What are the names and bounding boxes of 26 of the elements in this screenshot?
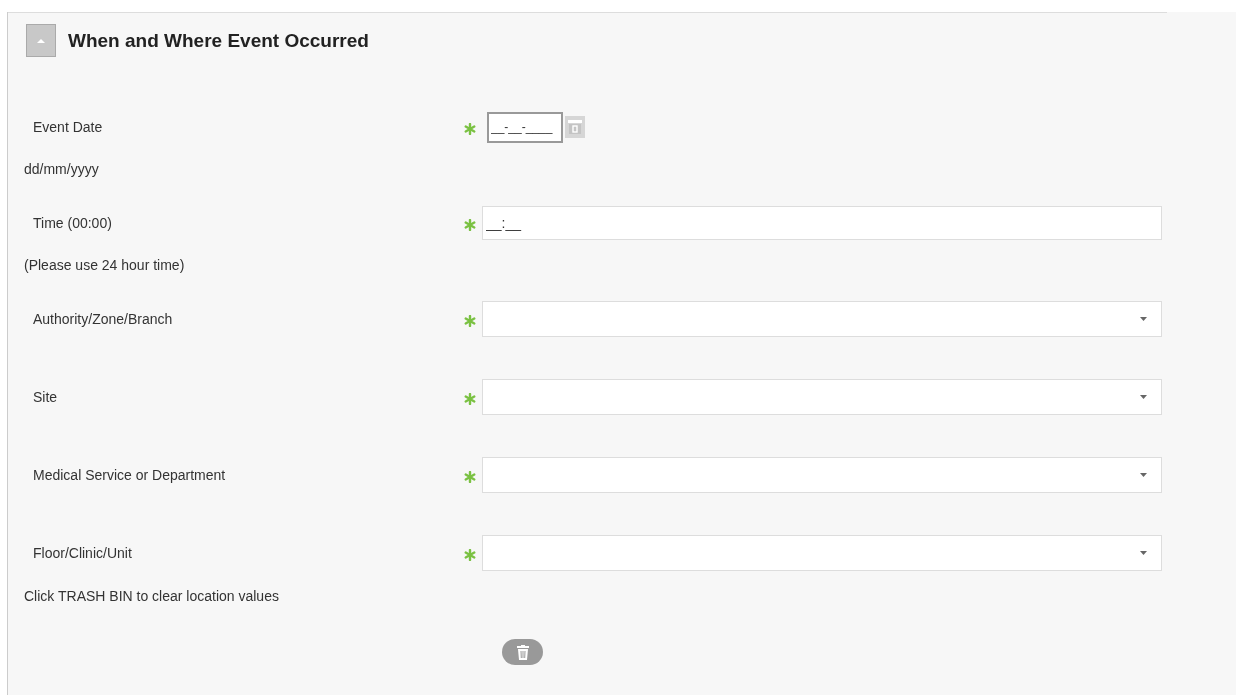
instruction-text: Click TRASH BIN to clear location values <box>24 587 280 605</box>
calendar-button[interactable] <box>565 116 585 138</box>
field-label: Authority/Zone/Branch <box>32 311 174 327</box>
dropdown-field[interactable] <box>482 301 1162 337</box>
collapse-button[interactable] <box>26 24 56 57</box>
hint-text: dd/mm/yyyy <box>24 160 100 179</box>
calendar-icon <box>568 120 582 134</box>
dropdown-field[interactable] <box>482 535 1162 571</box>
up-arrow-icon <box>37 38 45 43</box>
field-label: Event Date <box>32 119 104 135</box>
time-field[interactable]: __:__ <box>482 206 1162 240</box>
field-label: Time (00:00) <box>32 215 113 231</box>
date-field[interactable]: __-__-____ <box>487 111 563 143</box>
dropdown-field[interactable] <box>482 457 1162 493</box>
section-title: When and Where Event Occurred <box>68 29 369 52</box>
dropdown-caret-icon <box>1140 473 1147 477</box>
field-label: Medical Service or Department <box>32 467 227 483</box>
dropdown-caret-icon <box>1140 317 1147 321</box>
trash-icon <box>516 644 529 660</box>
dropdown-caret-icon <box>1140 395 1147 399</box>
field-label: Site <box>32 389 59 405</box>
hint-text: (Please use 24 hour time) <box>24 256 186 275</box>
dropdown-caret-icon <box>1140 551 1147 555</box>
trash-button[interactable] <box>502 639 543 665</box>
dropdown-field[interactable] <box>482 379 1162 415</box>
field-label: Floor/Clinic/Unit <box>32 545 133 561</box>
